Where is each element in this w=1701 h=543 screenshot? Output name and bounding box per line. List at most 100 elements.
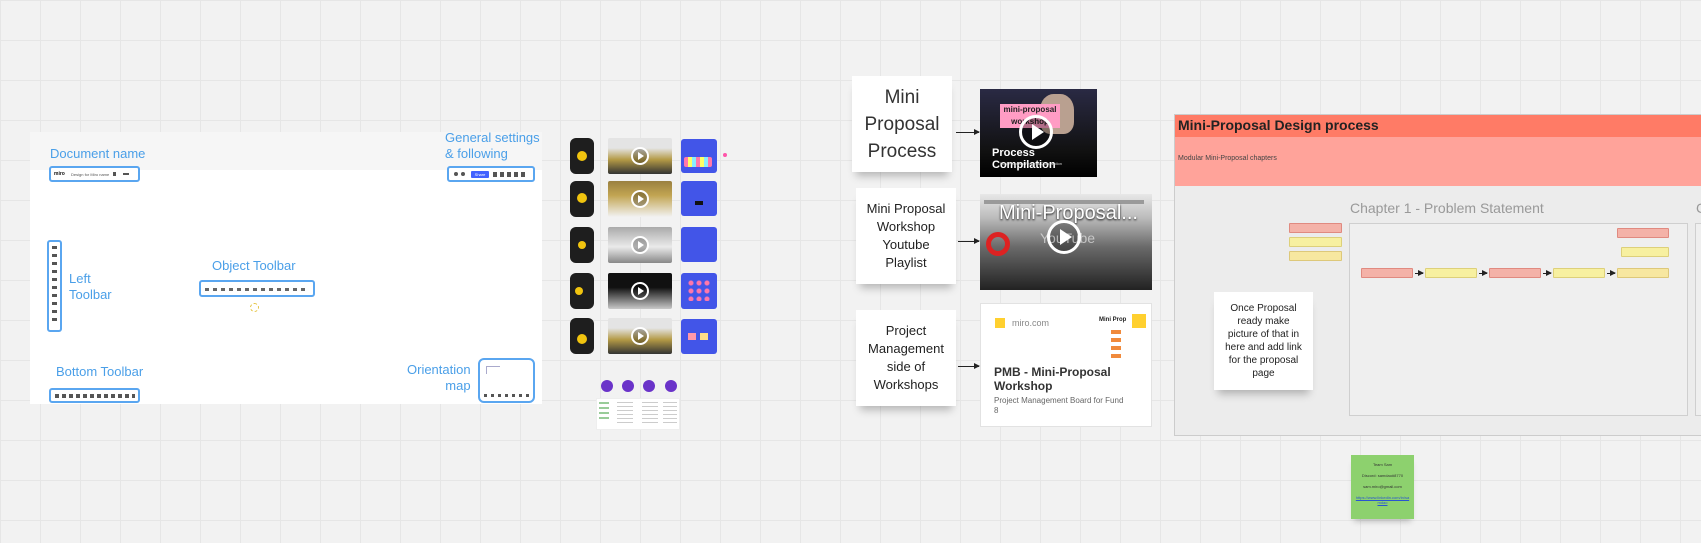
chapter-title: Chapter 1 - Problem Statement bbox=[1350, 200, 1544, 216]
slide-thumbnail[interactable] bbox=[681, 139, 717, 173]
link-card-pmb[interactable]: miro.com Mini Prop PMB - Mini-Proposal W… bbox=[980, 303, 1152, 427]
link-domain: miro.com bbox=[1012, 318, 1050, 328]
video-embed-process-compilation[interactable]: mini-proposal workshop Process Compilati… bbox=[980, 89, 1097, 177]
play-icon bbox=[631, 327, 649, 345]
purple-dot bbox=[601, 380, 613, 392]
flow-note[interactable] bbox=[1489, 268, 1541, 278]
play-icon bbox=[631, 190, 649, 208]
flow-note[interactable] bbox=[1617, 228, 1669, 238]
phone-screenshot[interactable] bbox=[570, 181, 594, 217]
flow-note[interactable] bbox=[1361, 268, 1413, 278]
frame-subheader: Modular Mini-Proposal chapters bbox=[1175, 137, 1701, 186]
menu-icon bbox=[123, 173, 129, 175]
miro-logo-icon bbox=[995, 318, 1005, 328]
video-thumbnail[interactable] bbox=[608, 273, 672, 309]
contact-line: Discord: samdao#8770 bbox=[1361, 473, 1404, 478]
slide-dots bbox=[687, 279, 711, 301]
annotation-orientation-map: Orientation map bbox=[407, 362, 471, 393]
object-toolbar-highlight[interactable] bbox=[199, 280, 315, 297]
annotation-object-toolbar: Object Toolbar bbox=[212, 258, 296, 273]
annotation-document-name: Document name bbox=[50, 146, 146, 161]
slide-thumbnail[interactable] bbox=[681, 319, 717, 354]
sticky-mini-proposal-process[interactable]: Mini Proposal Process bbox=[852, 76, 952, 172]
connector-arrow bbox=[1543, 270, 1552, 276]
video-subcaption: Mini Proposal Process Compilation bbox=[1000, 161, 1063, 166]
link-thumbnail: Mini Prop bbox=[1099, 310, 1147, 362]
frame-subtitle: Modular Mini-Proposal chapters bbox=[1178, 155, 1277, 162]
slide-dots bbox=[684, 157, 712, 167]
phone-screenshot[interactable] bbox=[570, 138, 594, 174]
mini-board-thumbnail[interactable] bbox=[596, 398, 680, 430]
note-item[interactable] bbox=[1289, 223, 1342, 233]
left-toolbar-highlight[interactable] bbox=[47, 240, 62, 332]
contact-link[interactable]: https://www.linkedin.com/in/samdao bbox=[1351, 495, 1414, 505]
slide-thumbnail[interactable] bbox=[681, 227, 717, 262]
flow-note[interactable] bbox=[1425, 268, 1477, 278]
pink-dot bbox=[723, 153, 727, 157]
sticky-text: Project Management side of Workshops bbox=[868, 323, 944, 392]
play-icon bbox=[631, 147, 649, 165]
video-thumbnail[interactable] bbox=[608, 318, 672, 354]
sticky-text: Mini Proposal Workshop Youtube Playlist bbox=[866, 201, 946, 270]
next-chapter-title: C bbox=[1696, 200, 1701, 216]
slide-thumbnail[interactable] bbox=[681, 273, 717, 309]
document-name-highlight[interactable]: miro Design for Miro name bbox=[49, 166, 140, 182]
chapter-2-frame bbox=[1695, 223, 1701, 416]
share-button[interactable]: Share bbox=[471, 171, 489, 178]
flow-note[interactable] bbox=[1553, 268, 1605, 278]
miro-logo-icon bbox=[1132, 314, 1146, 328]
sticky-once-proposal[interactable]: Once Proposal ready make picture of that… bbox=[1214, 292, 1313, 390]
contact-line: Team Sam bbox=[1372, 462, 1393, 467]
connector-arrow bbox=[1607, 270, 1616, 276]
slide-thumbnail[interactable] bbox=[681, 181, 717, 216]
upload-icon bbox=[113, 172, 116, 176]
board-name: Design for Miro name bbox=[71, 172, 110, 177]
bottom-toolbar-icons bbox=[55, 394, 135, 398]
phone-screenshot[interactable] bbox=[570, 227, 594, 263]
frame-header: Mini-Proposal Design process bbox=[1175, 115, 1701, 137]
zoom-controls bbox=[484, 394, 530, 397]
settings-icon bbox=[454, 172, 458, 176]
annotation-bottom-toolbar: Bottom Toolbar bbox=[56, 364, 144, 379]
video-embed-playlist[interactable]: Mini-Proposal... YouTube bbox=[980, 194, 1152, 290]
flow-note[interactable] bbox=[1617, 268, 1669, 278]
sticky-workshop-playlist[interactable]: Mini Proposal Workshop Youtube Playlist bbox=[856, 188, 956, 284]
connector-arrow[interactable] bbox=[958, 238, 980, 244]
sticky-pm-side[interactable]: Project Management side of Workshops bbox=[856, 310, 956, 406]
purple-dot bbox=[622, 380, 634, 392]
play-icon bbox=[631, 282, 649, 300]
minimap-content bbox=[486, 366, 500, 374]
connector-arrow bbox=[1479, 270, 1488, 276]
frame-title: Mini-Proposal Design process bbox=[1178, 117, 1379, 133]
red-ring-icon bbox=[986, 232, 1010, 256]
play-icon bbox=[631, 236, 649, 254]
orientation-map-highlight[interactable] bbox=[478, 358, 535, 403]
note-item[interactable] bbox=[1289, 251, 1342, 261]
connector-arrow[interactable] bbox=[958, 363, 980, 369]
flow-note[interactable] bbox=[1621, 247, 1669, 257]
slides-grid bbox=[566, 136, 727, 356]
note-item[interactable] bbox=[1289, 237, 1342, 247]
connector-arrow[interactable] bbox=[956, 129, 980, 135]
link-title: PMB - Mini-Proposal Workshop bbox=[994, 365, 1111, 393]
collaborators-icon bbox=[493, 172, 527, 177]
reaction-icon bbox=[461, 172, 465, 176]
video-thumbnail[interactable] bbox=[608, 181, 672, 217]
play-icon bbox=[1019, 115, 1053, 149]
purple-dot bbox=[643, 380, 655, 392]
phone-screenshot[interactable] bbox=[570, 273, 594, 309]
bottom-toolbar-highlight[interactable] bbox=[49, 388, 140, 403]
video-thumbnail[interactable] bbox=[608, 227, 672, 263]
general-settings-highlight[interactable]: Share bbox=[447, 166, 535, 182]
video-thumbnail[interactable] bbox=[608, 138, 672, 174]
phone-screenshot[interactable] bbox=[570, 318, 594, 354]
link-description: Project Management Board for Fund 8 bbox=[994, 396, 1124, 415]
sticky-text: Mini Proposal Process bbox=[864, 86, 940, 162]
selected-object-marker bbox=[250, 303, 259, 312]
connector-arrow bbox=[1415, 270, 1424, 276]
video-caption: Process Compilation bbox=[992, 147, 1056, 171]
annotation-left-toolbar: Left Toolbar bbox=[69, 271, 112, 302]
annotation-general-settings: General settings & following bbox=[445, 130, 540, 161]
object-toolbar-icons bbox=[205, 288, 309, 291]
green-contact-note[interactable]: Team Sam Discord: samdao#8770 sam.miro@g… bbox=[1351, 455, 1414, 519]
